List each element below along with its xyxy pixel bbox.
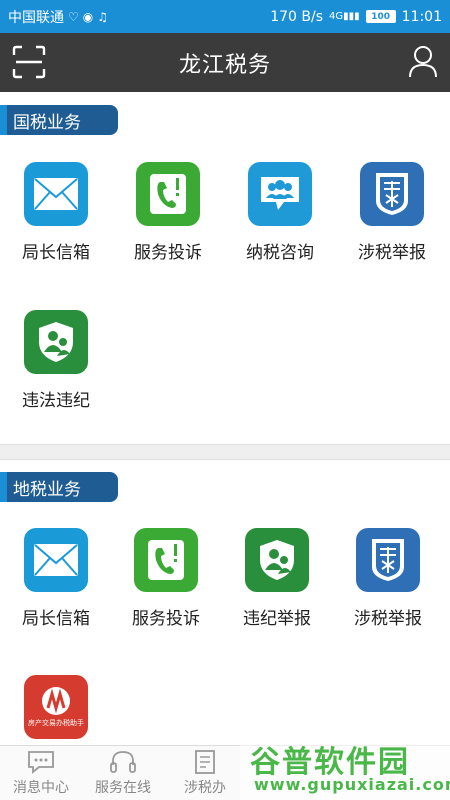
nav-messages[interactable]: 消息中心 <box>0 746 82 800</box>
shield-people-icon <box>24 310 88 374</box>
user-icon <box>409 46 437 78</box>
section-title: 地税业务 <box>13 479 81 500</box>
music-icon: ♫ <box>97 9 109 24</box>
app-header: 龙江税务 <box>0 33 450 92</box>
headset-icon <box>109 749 137 775</box>
scan-icon <box>12 45 46 79</box>
battery-icon: 100 <box>365 10 396 23</box>
property-assistant-icon: 房产交易办税助手 <box>24 675 88 739</box>
signal-icon: 4G▮▮▮ <box>329 10 360 22</box>
nav-label: 服务在线 <box>95 780 151 796</box>
tile-label: 局长信箱 <box>22 609 90 629</box>
tile-discipline-report[interactable]: 违纪举报 <box>221 528 333 668</box>
tile-label: 服务投诉 <box>132 609 200 629</box>
section-header-local: 地税业务 <box>0 472 118 502</box>
section-divider <box>0 444 450 460</box>
heart-icon: ♡ <box>68 9 79 24</box>
mail-icon <box>24 162 88 226</box>
tax-report-icon <box>356 528 420 592</box>
nav-service-online[interactable]: 服务在线 <box>82 746 164 800</box>
section-header-national: 国税业务 <box>0 105 118 135</box>
property-assistant-text: 房产交易办税助手 <box>28 719 84 727</box>
shield-people-icon <box>245 528 309 592</box>
tile-consult[interactable]: 纳税咨询 <box>224 162 336 302</box>
tile-label: 涉税举报 <box>358 243 426 263</box>
carrier-label: 中国联通 <box>8 9 64 26</box>
nav-label: 涉税办 <box>184 780 226 796</box>
tax-report-icon <box>360 162 424 226</box>
user-button[interactable] <box>408 45 438 79</box>
tile-label: 违法违纪 <box>22 391 90 411</box>
tile-label: 局长信箱 <box>22 243 90 263</box>
status-bar: 中国联通 ♡ ◉ ♫ 170 B/s 4G▮▮▮ 100 11:01 <box>0 0 450 33</box>
tile-label: 涉税举报 <box>354 609 422 629</box>
phone-complaint-icon <box>136 162 200 226</box>
tile-label: 违纪举报 <box>243 609 311 629</box>
notification-icon: ◉ <box>82 9 94 24</box>
watermark-url: www.gupuxiazai.com <box>254 775 450 794</box>
tile-label: 纳税咨询 <box>246 243 314 263</box>
mail-icon <box>24 528 88 592</box>
nav-tax-handling[interactable]: 涉税办 <box>164 746 246 800</box>
page-title: 龙江税务 <box>178 52 271 78</box>
tile-property-assistant[interactable]: 房产交易办税助手 <box>0 675 112 745</box>
phone-complaint-icon <box>134 528 198 592</box>
chat-people-icon <box>248 162 312 226</box>
tile-tax-report[interactable]: 涉税举报 <box>336 162 448 302</box>
tile-complaint[interactable]: 服务投诉 <box>112 162 224 302</box>
national-tax-section: 国税业务 局长信箱 服务投诉 纳税咨询 涉税举报 违法违纪 <box>0 92 450 444</box>
nav-label: 消息中心 <box>13 780 69 796</box>
message-icon <box>27 749 55 775</box>
tile-label: 服务投诉 <box>134 243 202 263</box>
scan-button[interactable] <box>12 45 46 79</box>
tile-complaint[interactable]: 服务投诉 <box>110 528 222 668</box>
network-speed: 170 B/s <box>270 8 323 25</box>
local-tax-section: 地税业务 局长信箱 服务投诉 违纪举报 涉税举报 房产交易办税助手 <box>0 460 450 745</box>
tile-mailbox[interactable]: 局长信箱 <box>0 528 112 668</box>
document-icon <box>193 749 217 775</box>
watermark: 谷普软件园 www.gupuxiazai.com <box>240 735 450 800</box>
tile-mailbox[interactable]: 局长信箱 <box>0 162 112 302</box>
tile-violation[interactable]: 违法违纪 <box>0 310 112 450</box>
section-title: 国税业务 <box>13 112 81 133</box>
clock: 11:01 <box>401 8 442 25</box>
tile-tax-report[interactable]: 涉税举报 <box>332 528 444 668</box>
